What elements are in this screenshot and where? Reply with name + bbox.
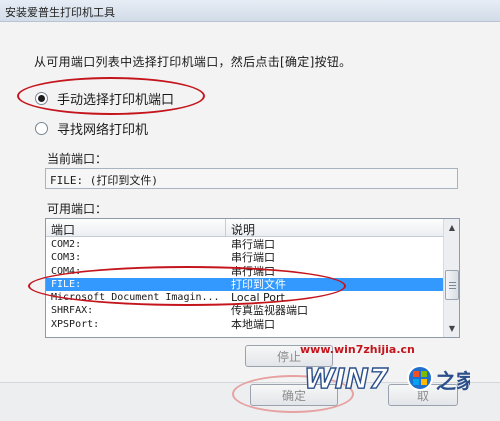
current-port-field: FILE: (打印到文件) <box>45 168 458 189</box>
list-header: 端口 说明 <box>46 219 443 237</box>
instruction-text: 从可用端口列表中选择打印机端口，然后点击[确定]按钮。 <box>34 55 352 69</box>
list-item[interactable]: COM4: 串行端口 <box>46 265 443 278</box>
port-description: 打印到文件 <box>231 277 286 291</box>
network-printer-radio[interactable] <box>35 122 48 135</box>
network-printer-option[interactable]: 寻找网络打印机 <box>35 119 148 138</box>
list-item[interactable]: COM2: 串行端口 <box>46 238 443 251</box>
port-description: 本地端口 <box>231 317 275 331</box>
watermark-logo: WIN7 之家 <box>303 361 470 395</box>
watermark-logo-suffix: 之家 <box>436 369 470 393</box>
list-item[interactable]: COM3: 串行端口 <box>46 251 443 264</box>
current-port-label: 当前端口： <box>47 152 108 166</box>
list-item[interactable]: XPSPort: 本地端口 <box>46 318 443 331</box>
scroll-thumb[interactable] <box>445 270 459 300</box>
list-item[interactable]: Microsoft Document Imagin... Local Port <box>46 291 443 304</box>
available-ports-label: 可用端口： <box>47 202 108 216</box>
port-description: 串行端口 <box>231 238 275 251</box>
window-title: 安装爱普生打印机工具 <box>5 6 115 19</box>
port-name: SHRFAX: <box>51 305 94 317</box>
available-ports-list[interactable]: 端口 说明 COM2: 串行端口 COM3: 串行端口 COM4: 串行端口 FILE: 打印… <box>45 218 460 338</box>
manual-port-radio[interactable] <box>35 92 48 105</box>
dialog-window: 安装爱普生打印机工具 从可用端口列表中选择打印机端口，然后点击[确定]按钮。 手… <box>0 0 500 421</box>
scroll-down-icon[interactable]: ▼ <box>444 320 459 336</box>
list-scrollbar[interactable]: ▲ ▼ <box>443 219 459 337</box>
port-description: 传真监视器端口 <box>231 304 308 318</box>
list-body: COM2: 串行端口 COM3: 串行端口 COM4: 串行端口 FILE: 打印到文件 Mic… <box>46 238 443 331</box>
port-name: COM3: <box>51 252 82 264</box>
port-name: COM2: <box>51 239 82 250</box>
scroll-up-icon[interactable]: ▲ <box>444 219 459 235</box>
list-item[interactable]: FILE: 打印到文件 <box>46 277 443 292</box>
list-item[interactable]: SHRFAX: 传真监视器端口 <box>46 304 443 317</box>
watermark-url: www.win7zhijia.cn <box>300 343 415 356</box>
port-name: FILE: <box>51 278 82 290</box>
port-name: COM4: <box>51 265 82 277</box>
port-description: 串行端口 <box>231 251 275 265</box>
port-description: 串行端口 <box>231 264 275 278</box>
watermark-logo-text: WIN7 <box>304 362 389 395</box>
manual-port-option[interactable]: 手动选择打印机端口 <box>35 89 174 108</box>
manual-port-label: 手动选择打印机端口 <box>57 93 175 108</box>
port-name: XPSPort: <box>51 318 100 330</box>
column-header-port[interactable]: 端口 <box>46 219 226 237</box>
column-header-description[interactable]: 说明 <box>226 219 443 237</box>
title-bar: 安装爱普生打印机工具 <box>0 0 500 22</box>
port-description: Local Port <box>231 291 285 305</box>
network-printer-label: 寻找网络打印机 <box>57 123 149 138</box>
port-name: Microsoft Document Imagin... <box>51 292 220 304</box>
windows-orb-icon <box>407 365 433 391</box>
